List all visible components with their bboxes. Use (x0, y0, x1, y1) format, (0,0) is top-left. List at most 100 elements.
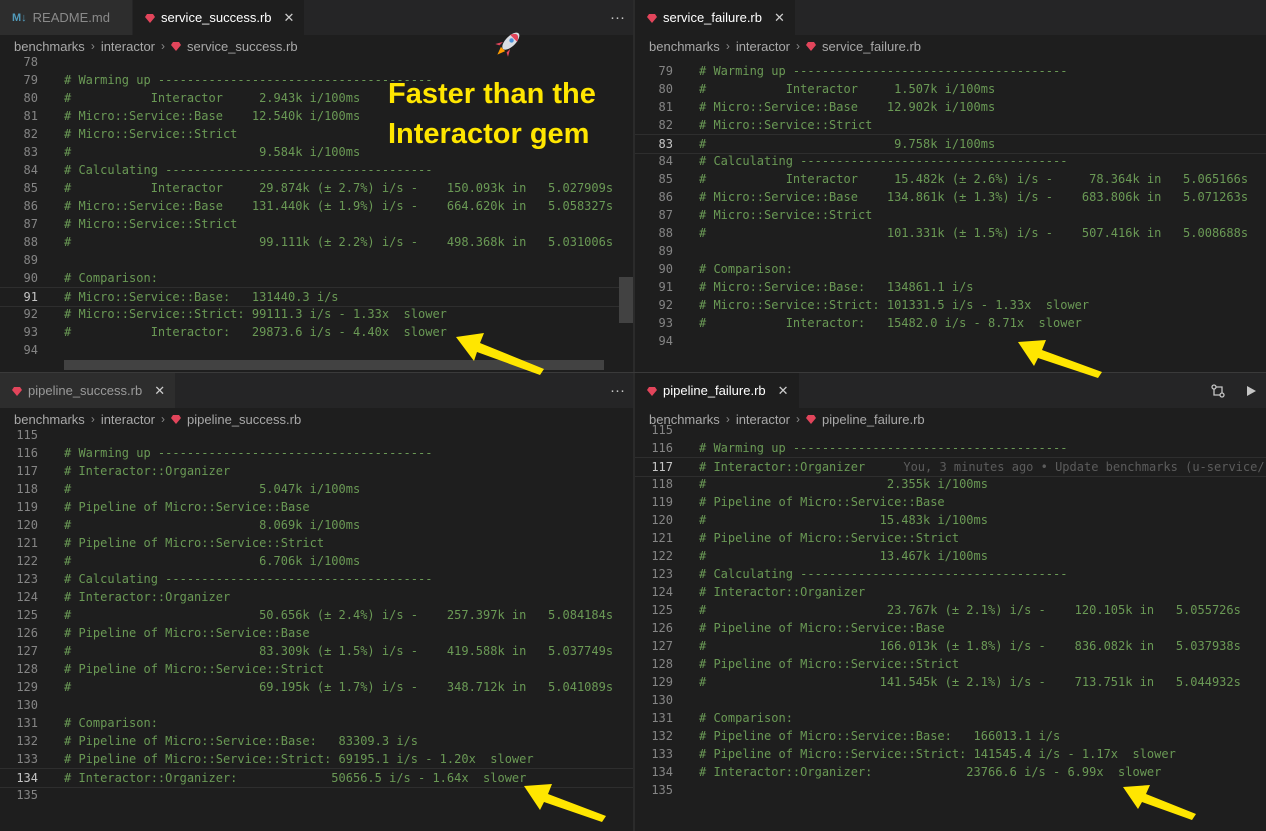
tab-service-success[interactable]: service_success.rb ✕ (133, 0, 306, 35)
more-actions-icon[interactable]: ··· (610, 9, 625, 26)
code-line[interactable]: 78 (0, 53, 633, 71)
code-line[interactable]: 81 # Micro::Service::Base 12.902k i/100ms (635, 98, 1266, 116)
code-line[interactable]: 91 # Micro::Service::Base: 131440.3 i/s (0, 287, 633, 307)
compare-changes-icon[interactable] (1210, 383, 1226, 399)
close-icon[interactable]: ✕ (154, 383, 165, 399)
breadcrumb-item[interactable]: interactor (101, 39, 155, 54)
code-line[interactable]: 120 # 8.069k i/100ms (0, 516, 633, 534)
code-line[interactable]: 123 # Calculating -----------------------… (0, 570, 633, 588)
code-line[interactable]: 93 # Interactor: 15482.0 i/s - 8.71x slow… (635, 314, 1266, 332)
code-line[interactable]: 130 (0, 696, 633, 714)
code-editor[interactable]: 79 # Warming up -------------------------… (635, 62, 1266, 372)
line-number: 89 (23, 253, 38, 267)
code-line[interactable]: 119 # Pipeline of Micro::Service::Base (635, 493, 1266, 511)
code-line[interactable]: 87 # Micro::Service::Strict (635, 206, 1266, 224)
code-line[interactable]: 127 # 83.309k (± 1.5%) i/s - 419.588k in … (0, 642, 633, 660)
breadcrumb-item[interactable]: benchmarks (14, 412, 85, 427)
code-line[interactable]: 130 (635, 691, 1266, 709)
code-line[interactable]: 85 # Interactor 29.874k (± 2.7%) i/s - 15… (0, 179, 633, 197)
code-line[interactable]: 84 # Calculating ------------------------… (635, 152, 1266, 170)
code-line[interactable]: 118 # 5.047k i/100ms (0, 480, 633, 498)
tab-pipeline-success[interactable]: pipeline_success.rb ✕ (0, 373, 177, 408)
code-line[interactable]: 82 # Micro::Service::Strict (635, 116, 1266, 134)
breadcrumb-item[interactable]: interactor (101, 412, 155, 427)
code-line[interactable]: 129 # 141.545k (± 2.1%) i/s - 713.751k in… (635, 673, 1266, 691)
vertical-scrollbar[interactable] (619, 277, 633, 323)
code-line[interactable]: 119 # Pipeline of Micro::Service::Base (0, 498, 633, 516)
code-line[interactable]: 128 # Pipeline of Micro::Service::Strict (0, 660, 633, 678)
arrow-icon (524, 784, 606, 822)
code-line[interactable]: 124 # Interactor::Organizer (0, 588, 633, 606)
code-line[interactable]: 126 # Pipeline of Micro::Service::Base (635, 619, 1266, 637)
code-editor[interactable]: 115 116 # Warming up ---------------------… (635, 421, 1266, 831)
breadcrumb-item[interactable]: benchmarks (649, 39, 720, 54)
code-line[interactable]: 91 # Micro::Service::Base: 134861.1 i/s (635, 278, 1266, 296)
code-line[interactable]: 79 # Warming up -------------------------… (635, 62, 1266, 80)
code-line[interactable]: 124 # Interactor::Organizer (635, 583, 1266, 601)
code-line[interactable]: 131 # Comparison: (635, 709, 1266, 727)
close-icon[interactable]: ✕ (284, 10, 295, 26)
code-line[interactable]: 94 (635, 332, 1266, 350)
code-line[interactable]: 117 # Interactor::Organizer (0, 462, 633, 480)
breadcrumb-item[interactable]: benchmarks (14, 39, 85, 54)
breadcrumb-item[interactable]: service_success.rb (187, 39, 298, 54)
breadcrumb-item[interactable]: service_failure.rb (822, 39, 921, 54)
close-icon[interactable]: ✕ (774, 10, 785, 26)
code-line[interactable]: 123 # Calculating -----------------------… (635, 565, 1266, 583)
code-line[interactable]: 80 # Interactor 1.507k i/100ms (635, 80, 1266, 98)
code-line[interactable]: 88 # 99.111k (± 2.2%) i/s - 498.368k in 5… (0, 233, 633, 251)
code-line[interactable]: 125 # 23.767k (± 2.1%) i/s - 120.105k in … (635, 601, 1266, 619)
code-line[interactable]: 115 (0, 426, 633, 444)
code-line[interactable]: 86 # Micro::Service::Base 131.440k (± 1.9… (0, 197, 633, 215)
code-line[interactable]: 121 # Pipeline of Micro::Service::Strict (635, 529, 1266, 547)
code-line[interactable]: 122 # 6.706k i/100ms (0, 552, 633, 570)
code-editor[interactable]: 115 116 # Warming up ---------------------… (0, 426, 633, 831)
code-line[interactable]: 88 # 101.331k (± 1.5%) i/s - 507.416k in … (635, 224, 1266, 242)
code-line[interactable]: 121 # Pipeline of Micro::Service::Strict (0, 534, 633, 552)
breadcrumb-item[interactable]: pipeline_success.rb (187, 412, 301, 427)
code-line[interactable]: 116 # Warming up ------------------------… (0, 444, 633, 462)
code-line[interactable]: 89 (0, 251, 633, 269)
tab-pipeline-failure[interactable]: pipeline_failure.rb ✕ (635, 373, 800, 408)
code-line[interactable]: 133 # Pipeline of Micro::Service::Strict:… (635, 745, 1266, 763)
code-line[interactable]: 83 # 9.758k i/100ms (635, 134, 1266, 154)
line-number: 120 (651, 513, 673, 527)
code-text: # Pipeline of Micro::Service::Strict (64, 536, 325, 550)
tab-service-failure[interactable]: service_failure.rb ✕ (635, 0, 796, 35)
code-line[interactable]: 90 # Comparison: (0, 269, 633, 287)
code-text: # Pipeline of Micro::Service::Strict: 69… (64, 752, 534, 766)
line-number: 93 (658, 316, 673, 330)
code-line[interactable]: 125 # 50.656k (± 2.4%) i/s - 257.397k in … (0, 606, 633, 624)
code-line[interactable]: 115 (635, 421, 1266, 439)
code-line[interactable]: 133 # Pipeline of Micro::Service::Strict:… (0, 750, 633, 768)
code-line[interactable]: 132 # Pipeline of Micro::Service::Base: 8… (0, 732, 633, 750)
close-icon[interactable]: ✕ (778, 383, 789, 399)
code-line[interactable]: 128 # Pipeline of Micro::Service::Strict (635, 655, 1266, 673)
code-line[interactable]: 131 # Comparison: (0, 714, 633, 732)
code-line[interactable]: 87 # Micro::Service::Strict (0, 215, 633, 233)
code-line[interactable]: 84 # Calculating ------------------------… (0, 161, 633, 179)
code-line[interactable]: 132 # Pipeline of Micro::Service::Base: 1… (635, 727, 1266, 745)
code-line[interactable]: 89 (635, 242, 1266, 260)
code-text: # Interactor: 29873.6 i/s - 4.40x slower (64, 325, 447, 339)
code-line[interactable]: 90 # Comparison: (635, 260, 1266, 278)
code-line[interactable]: 117 # Interactor::Organizer You, 3 minute… (635, 457, 1266, 477)
code-line[interactable]: 129 # 69.195k (± 1.7%) i/s - 348.712k in … (0, 678, 633, 696)
more-actions-icon[interactable]: ··· (610, 382, 625, 399)
breadcrumb-item[interactable]: interactor (736, 39, 790, 54)
code-line[interactable]: 122 # 13.467k i/100ms (635, 547, 1266, 565)
code-line[interactable]: 92 # Micro::Service::Strict: 99111.3 i/s … (0, 305, 633, 323)
line-number: 123 (16, 572, 38, 586)
code-line[interactable]: 118 # 2.355k i/100ms (635, 475, 1266, 493)
code-text: # Interactor 15.482k (± 2.6%) i/s - 78.3… (699, 172, 1249, 186)
code-line[interactable]: 85 # Interactor 15.482k (± 2.6%) i/s - 78… (635, 170, 1266, 188)
code-line[interactable]: 116 # Warming up ------------------------… (635, 439, 1266, 457)
run-icon[interactable] (1244, 384, 1258, 398)
code-line[interactable]: 86 # Micro::Service::Base 134.861k (± 1.3… (635, 188, 1266, 206)
code-text: # Micro::Service::Base 134.861k (± 1.3%)… (699, 190, 1249, 204)
code-line[interactable]: 127 # 166.013k (± 1.8%) i/s - 836.082k in… (635, 637, 1266, 655)
code-line[interactable]: 92 # Micro::Service::Strict: 101331.5 i/s… (635, 296, 1266, 314)
code-line[interactable]: 120 # 15.483k i/100ms (635, 511, 1266, 529)
code-line[interactable]: 126 # Pipeline of Micro::Service::Base (0, 624, 633, 642)
tab-readme[interactable]: M↓ README.md (0, 0, 133, 35)
